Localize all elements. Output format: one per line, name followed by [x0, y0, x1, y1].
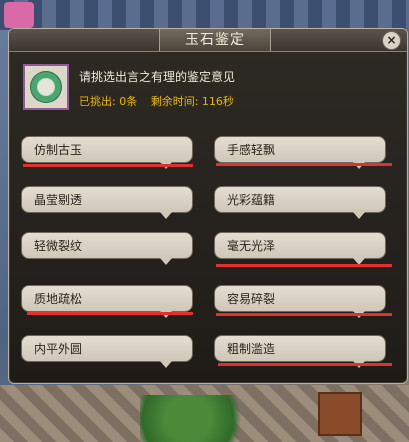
option-left-3[interactable]: 轻微裂纹	[21, 232, 193, 265]
option-underline	[218, 363, 392, 366]
jade-bracelet-icon	[31, 72, 61, 102]
option-right-1[interactable]: 手感轻飘	[214, 136, 386, 169]
option-underline	[23, 164, 193, 167]
option-left-5[interactable]: 内平外圆	[21, 335, 193, 368]
option-underline	[216, 163, 392, 166]
option-left-2[interactable]: 晶莹剔透	[21, 186, 193, 219]
corner-ornament	[4, 2, 34, 28]
option-right-4[interactable]: 容易碎裂	[214, 285, 386, 318]
option-underline	[216, 264, 392, 267]
option-underline	[216, 313, 392, 316]
jade-item-slot	[23, 64, 69, 110]
option-underline	[27, 312, 193, 315]
option-left-4[interactable]: 质地疏松	[21, 285, 193, 318]
roof-decoration	[0, 0, 409, 30]
dialog-title: 玉石鉴定	[159, 29, 271, 51]
status-line: 已挑出: 0条 剩余时间: 116秒	[79, 93, 244, 109]
option-right-2[interactable]: 光彩蕴籍	[214, 186, 386, 219]
title-bar[interactable]: 玉石鉴定 ×	[9, 29, 407, 52]
instruction-text: 请挑选出言之有理的鉴定意见	[79, 70, 236, 84]
selected-count: 已挑出: 0条	[79, 95, 138, 108]
option-right-5[interactable]: 粗制滥造	[214, 335, 386, 368]
option-left-1[interactable]: 仿制古玉	[21, 136, 193, 169]
jade-appraisal-dialog: 玉石鉴定 × 请挑选出言之有理的鉴定意见 已挑出: 0条 剩余时间: 116秒 …	[8, 28, 408, 384]
wooden-crate	[318, 392, 362, 436]
close-button[interactable]: ×	[382, 31, 401, 50]
time-remaining: 剩余时间: 116秒	[150, 95, 234, 108]
option-right-3[interactable]: 毫无光泽	[214, 232, 386, 265]
tree-foliage	[140, 395, 260, 442]
